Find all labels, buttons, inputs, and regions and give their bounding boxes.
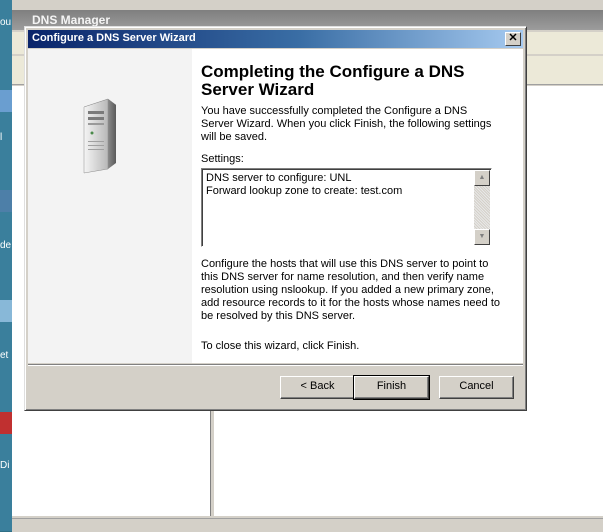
cancel-button[interactable]: Cancel xyxy=(439,376,514,399)
wizard-sidebar xyxy=(28,49,192,363)
back-button[interactable]: < Back xyxy=(280,376,355,399)
settings-line: Forward lookup zone to create: test.com xyxy=(206,185,403,197)
button-separator xyxy=(28,364,523,366)
settings-textbox[interactable]: DNS server to configure: UNL Forward loo… xyxy=(201,168,492,247)
wizard-titlebar[interactable]: Configure a DNS Server Wizard ✕ xyxy=(28,30,523,48)
wizard-title: Configure a DNS Server Wizard xyxy=(32,32,196,44)
wizard-close-note: To close this wizard, click Finish. xyxy=(201,340,360,352)
settings-scrollbar[interactable]: ▲ ▼ xyxy=(474,170,490,245)
server-tower-icon xyxy=(83,98,117,174)
scroll-down-arrow-icon: ▼ xyxy=(478,233,486,240)
desktop-strip: ou l de et Di xyxy=(0,0,12,531)
desktop-icon[interactable] xyxy=(0,412,12,434)
close-icon: ✕ xyxy=(508,32,518,44)
wizard-instructions-text: Configure the hosts that will use this D… xyxy=(201,258,500,322)
desktop-label: Di xyxy=(0,460,10,471)
desktop-label: l xyxy=(0,132,3,143)
desktop-label: ou xyxy=(0,17,12,28)
desktop-icon[interactable] xyxy=(0,90,12,112)
configure-dns-wizard-dialog: Configure a DNS Server Wizard ✕ Completi… xyxy=(24,26,527,411)
close-button[interactable]: ✕ xyxy=(505,32,521,46)
wizard-body: Completing the Configure a DNS Server Wi… xyxy=(28,49,523,363)
dns-manager-statusbar xyxy=(12,518,603,532)
desktop-label: et xyxy=(0,350,9,361)
desktop-label: de xyxy=(0,240,12,251)
scroll-down-button[interactable]: ▼ xyxy=(474,229,490,245)
scroll-up-button[interactable]: ▲ xyxy=(474,170,490,186)
settings-line: DNS server to configure: UNL xyxy=(206,172,352,184)
settings-label: Settings: xyxy=(201,153,244,165)
dns-manager-title: DNS Manager xyxy=(32,13,111,27)
desktop-icon[interactable] xyxy=(0,300,12,322)
scroll-up-arrow-icon: ▲ xyxy=(478,174,486,181)
wizard-intro-text: You have successfully completed the Conf… xyxy=(201,105,492,143)
desktop-icon[interactable] xyxy=(0,190,12,212)
finish-button[interactable]: Finish xyxy=(353,375,430,400)
wizard-heading: Completing the Configure a DNS Server Wi… xyxy=(201,62,465,99)
